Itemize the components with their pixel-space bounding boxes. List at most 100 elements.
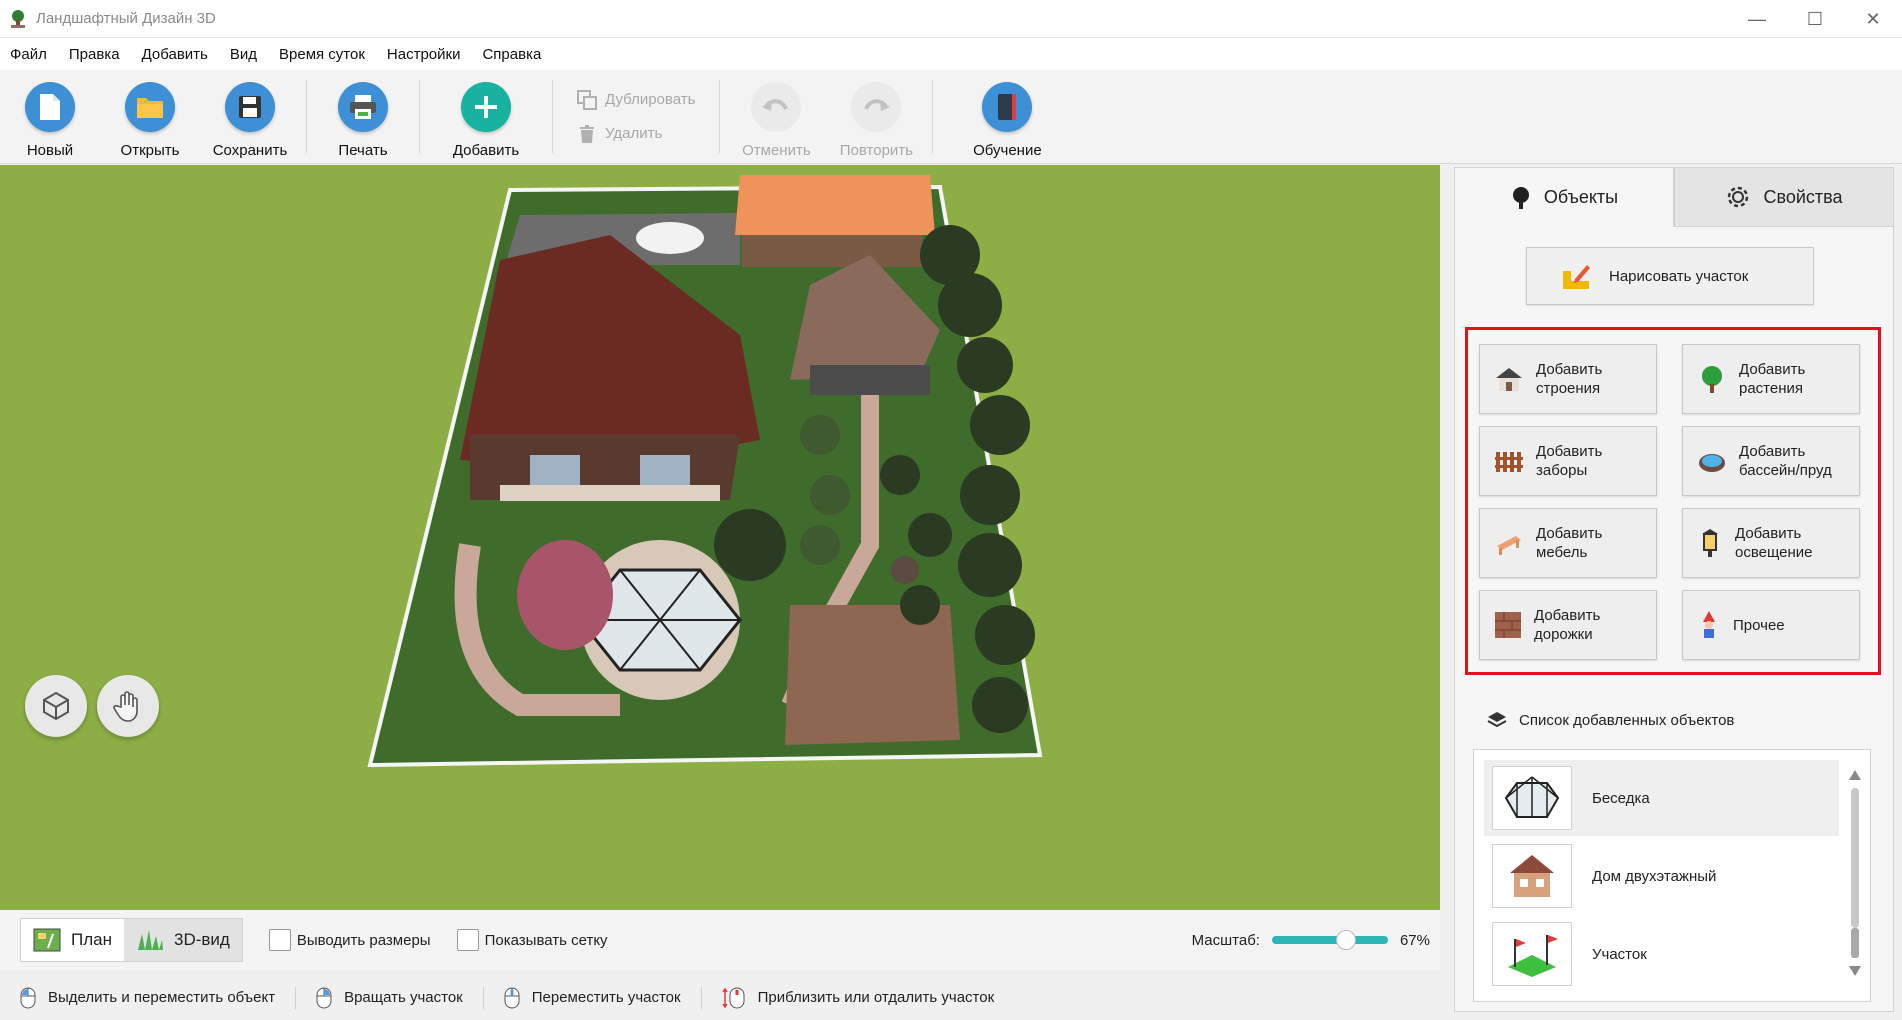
rotate-3d-icon xyxy=(43,691,69,721)
status-bar: Выделить и переместить объект Вращать уч… xyxy=(0,975,1440,1020)
draw-plot-label: Нарисовать участок xyxy=(1609,267,1749,285)
new-file-icon xyxy=(25,82,75,132)
list-item[interactable]: Беседка xyxy=(1484,760,1839,836)
duplicate-button[interactable]: Дублировать xyxy=(577,89,696,110)
duplicate-label: Дублировать xyxy=(605,91,696,108)
car xyxy=(636,222,704,254)
menu-time-of-day[interactable]: Время суток xyxy=(279,46,365,63)
pool-icon xyxy=(1699,454,1725,472)
window-title: Ландшафтный Дизайн 3D xyxy=(36,10,216,27)
save-button[interactable]: Сохранить xyxy=(200,70,300,163)
tab-objects[interactable]: Объекты xyxy=(1454,167,1674,227)
add-pool-label-1: Добавить xyxy=(1739,443,1806,460)
add-plants-label-1: Добавить xyxy=(1739,361,1806,378)
plan-view-button[interactable]: План xyxy=(21,919,124,961)
grass-icon xyxy=(137,930,163,950)
lantern-icon xyxy=(1702,529,1718,557)
tab-properties[interactable]: Свойства xyxy=(1674,167,1894,227)
objects-tab-content: Нарисовать участок Добавить строения Доба… xyxy=(1454,227,1894,1012)
menu-file[interactable]: Файл xyxy=(10,46,47,63)
tutorial-button[interactable]: Обучение xyxy=(939,70,1075,163)
status-hint-select: Выделить и переместить объект xyxy=(20,986,297,1009)
undo-button[interactable]: Отменить xyxy=(726,70,826,163)
open-button[interactable]: Открыть xyxy=(100,70,200,163)
toolbar-divider xyxy=(306,80,307,153)
view-mode-toggle: План 3D-вид xyxy=(20,918,243,962)
3d-view-button[interactable]: 3D-вид xyxy=(123,919,242,961)
add-fences-label-2: заборы xyxy=(1536,462,1588,479)
added-objects-list[interactable]: Беседка Дом двухэтажный Участок xyxy=(1473,749,1871,1002)
bench-icon xyxy=(1497,536,1521,555)
add-buildings-label-2: строения xyxy=(1536,380,1601,397)
add-fences-button[interactable]: Добавить заборы xyxy=(1479,426,1657,496)
menu-settings[interactable]: Настройки xyxy=(387,46,461,63)
checkbox-box[interactable] xyxy=(456,929,479,951)
other-objects-button[interactable]: Прочее xyxy=(1682,590,1860,660)
menu-view[interactable]: Вид xyxy=(230,46,257,63)
add-button[interactable]: Добавить xyxy=(426,70,546,163)
menu-help[interactable]: Справка xyxy=(482,46,541,63)
show-grid-label: Показывать сетку xyxy=(484,931,608,949)
mouse-left-icon xyxy=(20,987,36,1008)
3d-view-label: 3D-вид xyxy=(173,930,230,949)
scale-slider[interactable] xyxy=(1271,930,1388,950)
added-objects-title: Список добавленных объектов xyxy=(1519,711,1735,729)
shed-roof xyxy=(735,175,935,235)
tab-properties-label: Свойства xyxy=(1763,186,1843,207)
outbuilding-roof xyxy=(785,605,960,745)
delete-button[interactable]: Удалить xyxy=(577,124,695,144)
menu-edit[interactable]: Правка xyxy=(69,46,120,63)
pan-view-button[interactable] xyxy=(97,675,159,737)
maximize-button[interactable]: ☐ xyxy=(1786,0,1844,38)
list-item[interactable]: Участок xyxy=(1484,916,1839,992)
house-icon xyxy=(1496,368,1522,391)
mouse-middle-icon xyxy=(504,987,520,1008)
toolbar-divider xyxy=(719,80,721,153)
status-hint-rotate: Вращать участок xyxy=(316,986,484,1009)
garage-wall xyxy=(810,365,930,395)
scale-slider-handle[interactable] xyxy=(1336,930,1357,950)
toolbar-divider xyxy=(552,80,553,153)
folder-icon xyxy=(125,82,175,132)
add-furniture-button[interactable]: Добавить мебель xyxy=(1479,508,1657,578)
print-button[interactable]: Печать xyxy=(313,70,413,163)
show-dimensions-checkbox[interactable]: Выводить размеры xyxy=(268,929,431,951)
add-buildings-button[interactable]: Добавить строения xyxy=(1479,344,1657,414)
draw-plot-button[interactable]: Нарисовать участок xyxy=(1526,247,1814,305)
duplicate-icon xyxy=(577,89,597,110)
paving-icon xyxy=(1495,612,1521,638)
add-paths-button[interactable]: Добавить дорожки xyxy=(1479,590,1657,660)
scale-control: Масштаб: 67% xyxy=(1192,930,1430,950)
new-button[interactable]: Новый xyxy=(0,70,100,163)
title-bar: Ландшафтный Дизайн 3D — ☐ ✕ xyxy=(0,0,1902,38)
rotate-view-button[interactable] xyxy=(25,675,87,737)
garden-3d-viewport[interactable] xyxy=(0,165,1440,910)
add-label: Добавить xyxy=(452,142,520,159)
add-furniture-label-2: мебель xyxy=(1536,544,1588,561)
undo-icon xyxy=(751,82,802,132)
close-button[interactable]: ✕ xyxy=(1844,0,1902,38)
menu-add[interactable]: Добавить xyxy=(142,46,208,63)
list-scrollbar[interactable] xyxy=(1848,768,1862,978)
scale-value: 67% xyxy=(1399,931,1430,949)
list-item-label: Дом двухэтажный xyxy=(1592,867,1717,885)
toolbar-divider xyxy=(932,80,934,153)
redo-button[interactable]: Повторить xyxy=(826,70,926,163)
view-options-bar: План 3D-вид Выводить размеры Показывать … xyxy=(0,910,1440,970)
app-logo-icon xyxy=(11,9,25,28)
plan-label: План xyxy=(71,930,112,949)
new-label: Новый xyxy=(26,142,74,159)
minimize-button[interactable]: — xyxy=(1728,0,1786,38)
add-plants-button[interactable]: Добавить растения xyxy=(1682,344,1860,414)
add-paths-label-2: дорожки xyxy=(1534,626,1593,643)
checkbox-box[interactable] xyxy=(268,929,291,951)
toolbar-divider xyxy=(419,80,420,153)
delete-label: Удалить xyxy=(605,125,663,142)
add-pool-button[interactable]: Добавить бассейн/пруд xyxy=(1682,426,1860,496)
show-grid-checkbox[interactable]: Показывать сетку xyxy=(456,929,608,951)
list-item-label: Беседка xyxy=(1592,789,1650,807)
list-item[interactable]: Дом двухэтажный xyxy=(1484,838,1839,914)
add-lighting-button[interactable]: Добавить освещение xyxy=(1682,508,1860,578)
gazebo-thumbnail xyxy=(1492,766,1572,830)
redo-icon xyxy=(851,82,902,132)
